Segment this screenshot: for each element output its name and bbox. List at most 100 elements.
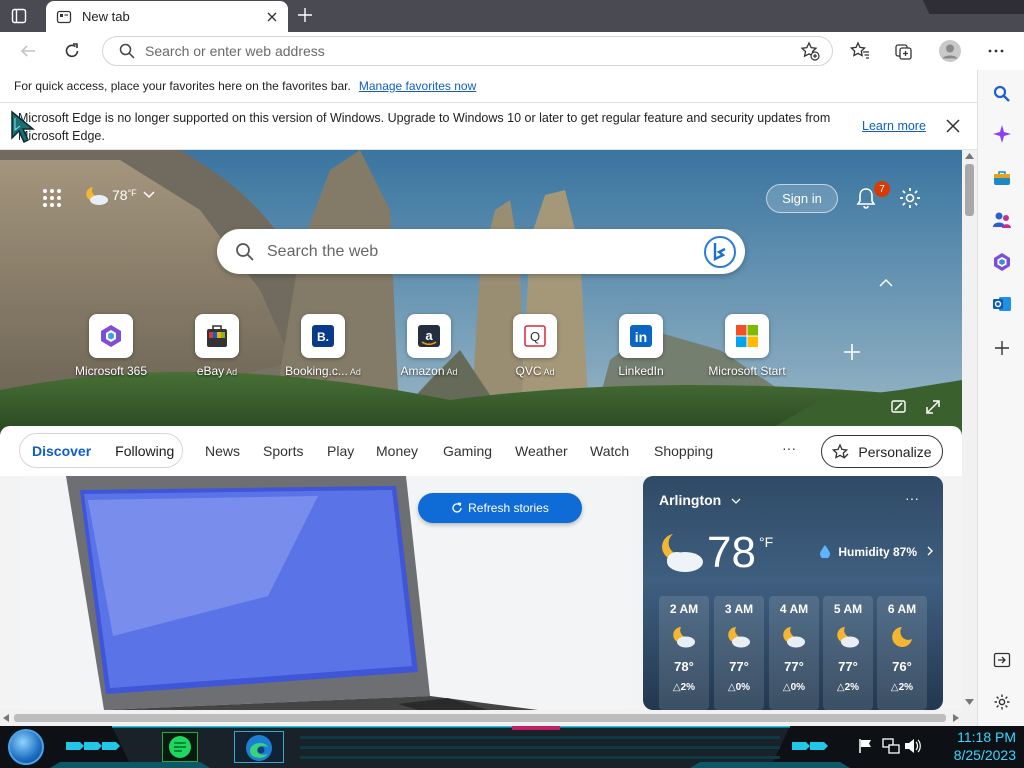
chevron-up-icon[interactable] (877, 276, 895, 290)
apps-launcher-icon[interactable] (42, 188, 62, 208)
tile-label: Amazon Ad (374, 364, 484, 378)
tab-new-tab[interactable]: New tab (46, 1, 288, 32)
learn-more-link[interactable]: Learn more (862, 119, 926, 133)
manage-favorites-link[interactable]: Manage favorites now (359, 79, 476, 93)
tab-money[interactable]: Money (376, 443, 418, 459)
tab-play[interactable]: Play (327, 443, 354, 459)
tab-discover[interactable]: Discover (20, 443, 103, 459)
close-tab-icon[interactable] (266, 11, 278, 23)
hourly-forecast-item[interactable]: 6 AM 76° △2% (877, 596, 927, 710)
infobar-close-button[interactable] (943, 116, 963, 136)
tab-actions-button[interactable] (8, 6, 30, 26)
sidebar-add-button[interactable] (990, 336, 1014, 360)
favorites-button[interactable] (846, 37, 874, 65)
sidebar-hide-button[interactable] (990, 648, 1014, 672)
page-settings-gear-icon[interactable] (898, 186, 922, 210)
scroll-up-arrow-icon[interactable] (965, 153, 974, 159)
network-icon[interactable] (882, 738, 900, 754)
tile-icon-container: in (619, 314, 663, 358)
quick-link-microsoft-start[interactable]: Microsoft Start (692, 314, 802, 378)
humidity-text: Humidity 87% (838, 545, 918, 559)
tile-label-text: LinkedIn (618, 364, 664, 378)
refresh-icon (452, 502, 462, 513)
expand-icon[interactable] (924, 398, 942, 416)
system-clock[interactable]: 11:18 PM 8/25/2023 (936, 728, 1016, 764)
collections-button[interactable] (890, 37, 918, 65)
scroll-right-arrow-icon[interactable] (953, 714, 959, 722)
start-button[interactable] (8, 729, 44, 765)
horizontal-scrollbar[interactable] (0, 710, 977, 726)
web-search-box[interactable] (217, 229, 745, 274)
tab-gaming[interactable]: Gaming (443, 443, 492, 459)
gear-icon (994, 694, 1010, 710)
refresh-stories-button[interactable]: Refresh stories (418, 493, 582, 523)
hour-time: 5 AM (833, 602, 863, 616)
tile-label-text: Microsoft 365 (74, 364, 148, 378)
sidebar-people-button[interactable] (990, 208, 1014, 232)
sidebar-outlook-button[interactable] (990, 292, 1014, 316)
back-button[interactable] (14, 37, 42, 65)
chevron-down-icon (731, 498, 741, 504)
plus-icon (298, 8, 312, 22)
personalize-button[interactable]: Personalize (821, 435, 943, 468)
sign-in-button[interactable]: Sign in (766, 184, 838, 213)
sidebar-copilot-button[interactable] (990, 122, 1014, 146)
feed-nav-more-button[interactable]: ··· (782, 440, 796, 456)
scroll-down-arrow-icon[interactable] (965, 699, 974, 705)
profile-button[interactable] (936, 37, 964, 65)
precip-value: 2% (844, 682, 860, 693)
hourly-forecast-item[interactable]: 3 AM 77° △0% (714, 596, 764, 710)
tab-weather[interactable]: Weather (515, 443, 568, 459)
hero-weather-button[interactable]: 78 °F (84, 184, 155, 206)
web-search-input[interactable] (267, 242, 703, 261)
scroll-left-arrow-icon[interactable] (3, 714, 9, 722)
story-card[interactable]: Refresh stories (18, 476, 632, 710)
quick-link-microsoft-365[interactable]: Microsoft 365 (56, 314, 166, 378)
quick-link-linkedin[interactable]: in LinkedIn (586, 314, 696, 378)
new-tab-button[interactable] (294, 4, 316, 26)
taskbar: 11:18 PM 8/25/2023 (0, 726, 1024, 768)
quick-link-amazon[interactable]: a Amazon Ad (374, 314, 484, 378)
notification-count-badge: 7 (874, 181, 890, 197)
tab-news[interactable]: News (205, 443, 240, 459)
action-center-flag-icon[interactable] (858, 738, 874, 754)
vertical-scroll-thumb[interactable] (965, 164, 974, 216)
edit-background-icon[interactable] (890, 398, 908, 416)
hourly-forecast-item[interactable]: 4 AM 77° △0% (769, 596, 819, 710)
hour-temp: 77° (729, 659, 749, 674)
weather-card[interactable]: Arlington ··· 78 °F Humidity 87% 2 AM 78… (643, 476, 943, 710)
weather-more-button[interactable]: ··· (905, 490, 919, 506)
clock-date: 8/25/2023 (953, 747, 1016, 763)
tab-following[interactable]: Following (103, 443, 186, 459)
quick-link-ebay[interactable]: eBay Ad (162, 314, 272, 378)
sidebar-settings-button[interactable] (990, 690, 1014, 714)
tab-watch[interactable]: Watch (590, 443, 629, 459)
add-favorite-icon[interactable] (800, 41, 820, 61)
news-feed: Refresh stories Arlington ··· 78 °F Humi… (0, 476, 962, 710)
sidebar-shopping-button[interactable] (990, 166, 1014, 190)
sidebar-search-button[interactable] (990, 82, 1014, 106)
vertical-scrollbar[interactable] (962, 150, 977, 710)
settings-and-more-button[interactable] (982, 37, 1010, 65)
precip-value: 0% (790, 682, 806, 693)
horizontal-scroll-thumb[interactable] (14, 714, 946, 722)
taskbar-notes-app[interactable] (162, 732, 198, 762)
hour-time: 2 AM (669, 602, 699, 616)
tab-sports[interactable]: Sports (263, 443, 303, 459)
humidity-indicator[interactable]: Humidity 87% (819, 544, 934, 559)
add-quick-link-button[interactable] (840, 340, 864, 364)
weather-location[interactable]: Arlington (659, 492, 741, 508)
address-input[interactable] (145, 43, 800, 59)
qvc-glyph: Q (530, 329, 540, 344)
bing-chat-icon[interactable] (703, 235, 737, 269)
quick-link-booking[interactable]: B. Booking.c... Ad (268, 314, 378, 378)
hourly-forecast-item[interactable]: 2 AM 78° △2% (659, 596, 709, 710)
refresh-button[interactable] (58, 37, 86, 65)
address-bar[interactable] (102, 36, 833, 66)
sidebar-m365-button[interactable] (990, 250, 1014, 274)
volume-icon[interactable] (904, 738, 922, 754)
quick-link-qvc[interactable]: Q QVC Ad (480, 314, 590, 378)
hourly-forecast-item[interactable]: 5 AM 77° △2% (823, 596, 873, 710)
tab-shopping[interactable]: Shopping (654, 443, 713, 459)
taskbar-edge-app[interactable] (234, 731, 284, 763)
